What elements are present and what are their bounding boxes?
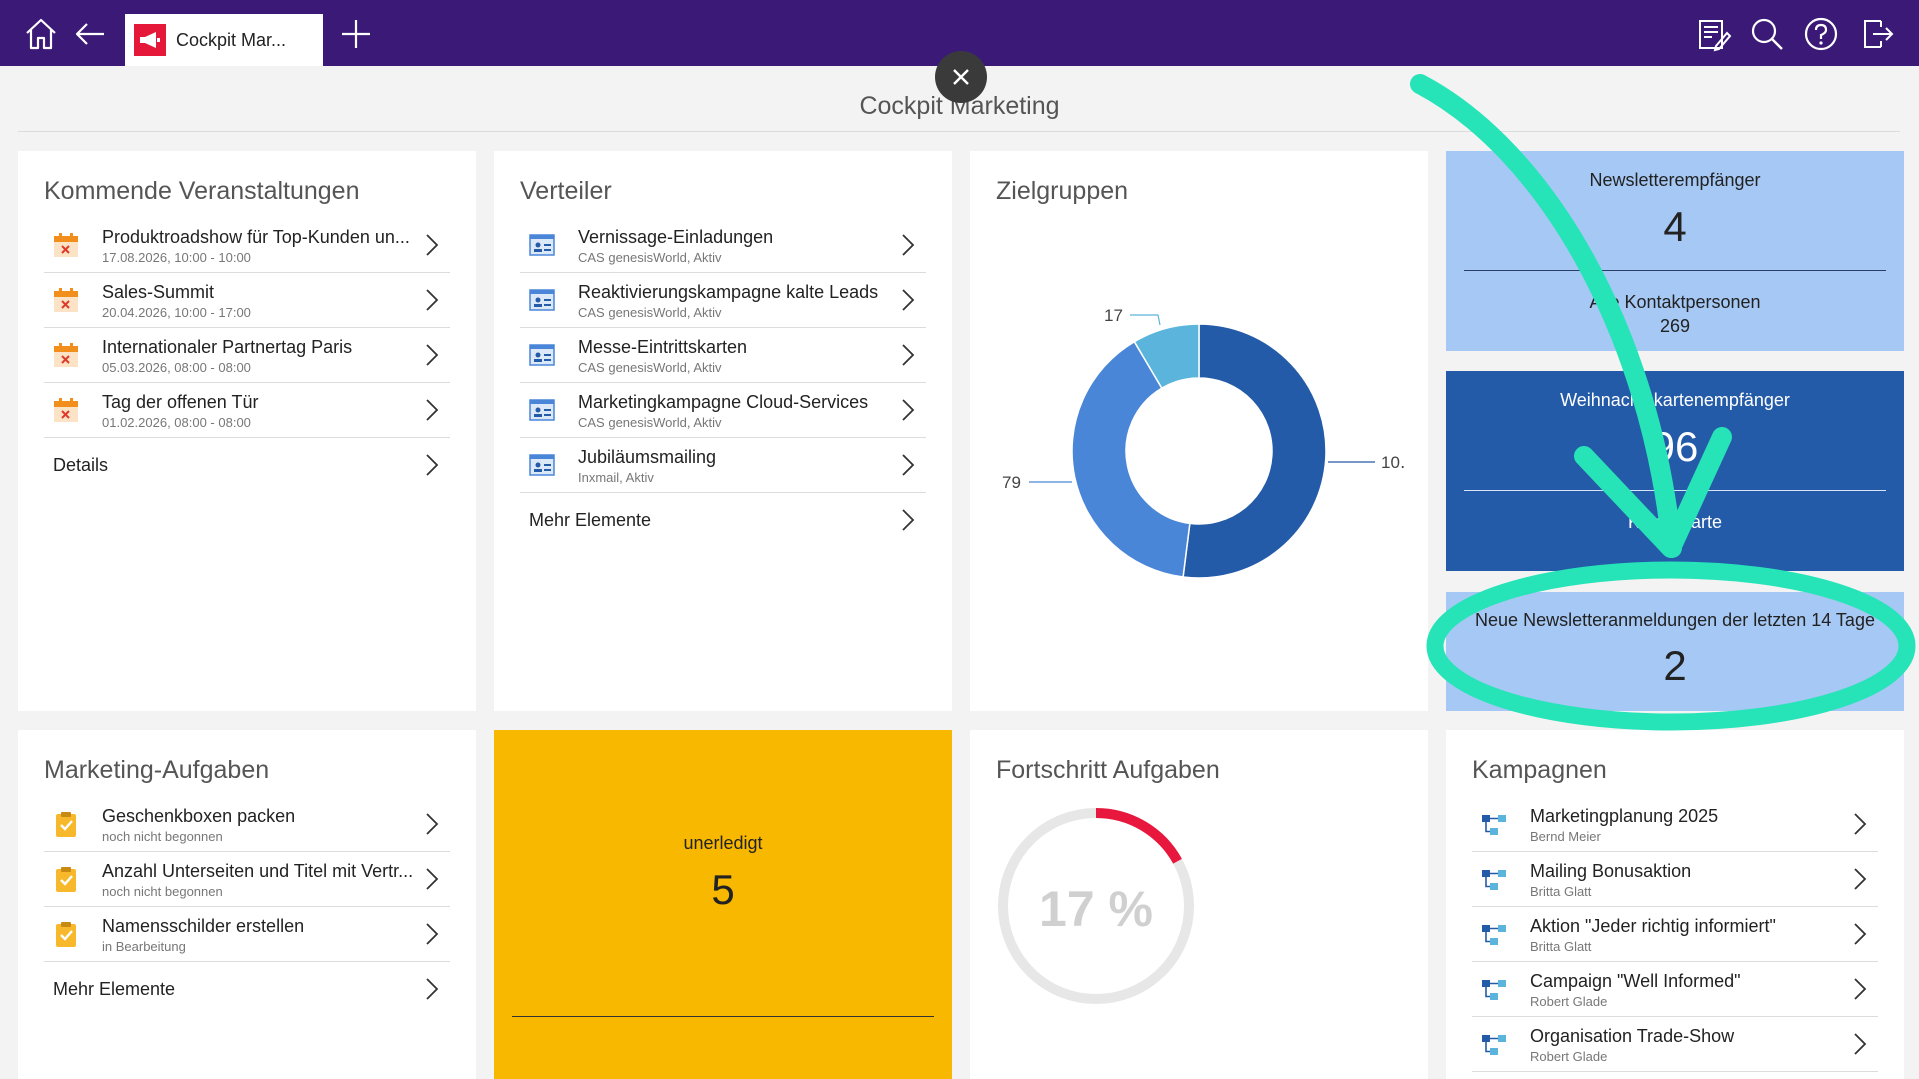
list-item[interactable]: Marketingkampagne Cloud-Services CAS gen… (520, 383, 926, 438)
calendar-icon (54, 233, 78, 257)
search-icon[interactable] (1747, 14, 1787, 54)
chevron-right-icon (1854, 868, 1867, 890)
leader-line (1130, 314, 1161, 326)
megaphone-icon (134, 24, 166, 56)
list-item[interactable]: Reaktivierungskampagne kalte Leads CAS g… (520, 273, 926, 328)
close-icon (953, 69, 969, 85)
clipboard-check-icon (56, 867, 76, 892)
plus-icon[interactable] (336, 14, 376, 54)
data-label-104: 10․ (1381, 453, 1406, 472)
chevron-right-icon (426, 344, 439, 366)
chevron-right-icon (426, 868, 439, 890)
donut-chart: 17 79 10․ (1002, 306, 1406, 579)
chevron-right-icon (426, 923, 439, 945)
contact-list-icon (529, 399, 555, 421)
chevron-right-icon (1854, 1033, 1867, 1055)
list-item[interactable]: Aktion "Jeder richtig informiert" Britta… (1472, 907, 1878, 962)
chevron-right-icon (902, 454, 915, 476)
list-item[interactable]: Namensschilder erstellen in Bearbeitung (44, 907, 450, 962)
contact-list-icon (529, 344, 555, 366)
list-item[interactable]: Geschenkboxen packen noch nicht begonnen (44, 797, 450, 852)
target-groups-card: Zielgruppen 17 79 10․ (970, 151, 1428, 711)
newsletter-kpi-tile[interactable]: Newsletterempfänger 4 Alle Kontaktperson… (1446, 151, 1904, 351)
campaigns-card: Kampagnen Marketingplanung 2025 Bernd Me… (1446, 730, 1904, 1079)
list-item[interactable]: Campaign "Well Informed" Robert Glade (1472, 962, 1878, 1017)
data-label-79: 79 (1002, 473, 1021, 492)
donut-slice (1182, 323, 1327, 579)
chevron-right-icon (426, 978, 439, 1000)
chevron-right-icon (902, 399, 915, 421)
progress-card: Fortschritt Aufgaben 17 % (970, 730, 1428, 1079)
events-title: Kommende Veranstaltungen (44, 177, 360, 205)
chevron-right-icon (426, 813, 439, 835)
campaign-flow-icon (1482, 1035, 1506, 1055)
close-button[interactable] (935, 51, 987, 103)
campaign-flow-icon (1482, 870, 1506, 890)
notes-icon[interactable] (1694, 14, 1734, 54)
chevron-right-icon (902, 509, 915, 531)
title-divider (18, 131, 1900, 132)
distribution-title: Verteiler (520, 177, 612, 205)
data-label-17: 17 (1104, 306, 1123, 325)
chevron-right-icon (902, 234, 915, 256)
clipboard-check-icon (56, 922, 76, 947)
clipboard-check-icon (56, 812, 76, 837)
tasks-card: Marketing-Aufgaben Geschenkboxen packen … (18, 730, 476, 1079)
chevron-right-icon (1854, 978, 1867, 1000)
list-item[interactable]: Mailing Bonusaktion Britta Glatt (1472, 852, 1878, 907)
arrow-left-icon[interactable] (70, 14, 110, 54)
campaign-flow-icon (1482, 925, 1506, 945)
list-item[interactable]: Produktroadshow für Top-Kunden un... 17.… (44, 218, 450, 273)
details-link[interactable]: Details (44, 438, 450, 492)
more-elements-link[interactable]: Mehr Elemente (44, 962, 450, 1016)
list-item[interactable]: Vernissage-Einladungen CAS genesisWorld,… (520, 218, 926, 273)
open-tasks-tile[interactable]: unerledigt 5 (494, 730, 952, 1079)
progress-percent: 17 % (1039, 881, 1153, 937)
list-item[interactable]: Anzahl Unterseiten und Titel mit Vertr..… (44, 852, 450, 907)
events-card: Kommende Veranstaltungen Produktroadshow… (18, 151, 476, 711)
list-item[interactable]: Internationaler Partnertag Paris 05.03.2… (44, 328, 450, 383)
list-item[interactable]: Messe-Eintrittskarten CAS genesisWorld, … (520, 328, 926, 383)
progress-ring: 17 % (998, 808, 1194, 1004)
calendar-icon (54, 288, 78, 312)
calendar-icon (54, 343, 78, 367)
christmas-kpi-tile[interactable]: Weihnachtskartenempfänger 96 Keine Karte… (1446, 371, 1904, 571)
list-item[interactable]: Organisation Trade-Show Robert Glade (1472, 1017, 1878, 1072)
campaign-flow-icon (1482, 980, 1506, 1000)
chevron-right-icon (1854, 813, 1867, 835)
list-item[interactable]: Sales-Summit 20.04.2026, 10:00 - 17:00 (44, 273, 450, 328)
distribution-card: Verteiler Vernissage-Einladungen CAS gen… (494, 151, 952, 711)
chevron-right-icon (426, 234, 439, 256)
home-icon[interactable] (21, 14, 61, 54)
campaign-flow-icon (1482, 815, 1506, 835)
logout-icon[interactable] (1857, 14, 1897, 54)
contact-list-icon (529, 234, 555, 256)
campaigns-title: Kampagnen (1472, 756, 1607, 784)
contact-list-icon (529, 454, 555, 476)
chevron-right-icon (426, 289, 439, 311)
more-elements-link[interactable]: Mehr Elemente (520, 493, 926, 547)
list-item[interactable]: Marketingplanung 2025 Bernd Meier (1472, 797, 1878, 852)
chevron-right-icon (426, 454, 439, 476)
list-item[interactable]: Jubiläumsmailing Inxmail, Aktiv (520, 438, 926, 493)
progress-title: Fortschritt Aufgaben (996, 756, 1220, 784)
list-item[interactable]: Tag der offenen Tür 01.02.2026, 08:00 - … (44, 383, 450, 438)
tab-title: Cockpit Mar... (176, 29, 287, 50)
calendar-icon (54, 398, 78, 422)
chevron-right-icon (426, 399, 439, 421)
signups-kpi-tile[interactable]: Neue Newsletteranmeldungen der letzten 1… (1446, 592, 1904, 711)
chevron-right-icon (902, 344, 915, 366)
tab-cockpit-marketing[interactable]: Cockpit Mar... (125, 14, 323, 66)
help-icon[interactable] (1801, 14, 1841, 54)
tasks-title: Marketing-Aufgaben (44, 756, 270, 784)
chevron-right-icon (1854, 923, 1867, 945)
contact-list-icon (529, 289, 555, 311)
chevron-right-icon (902, 289, 915, 311)
